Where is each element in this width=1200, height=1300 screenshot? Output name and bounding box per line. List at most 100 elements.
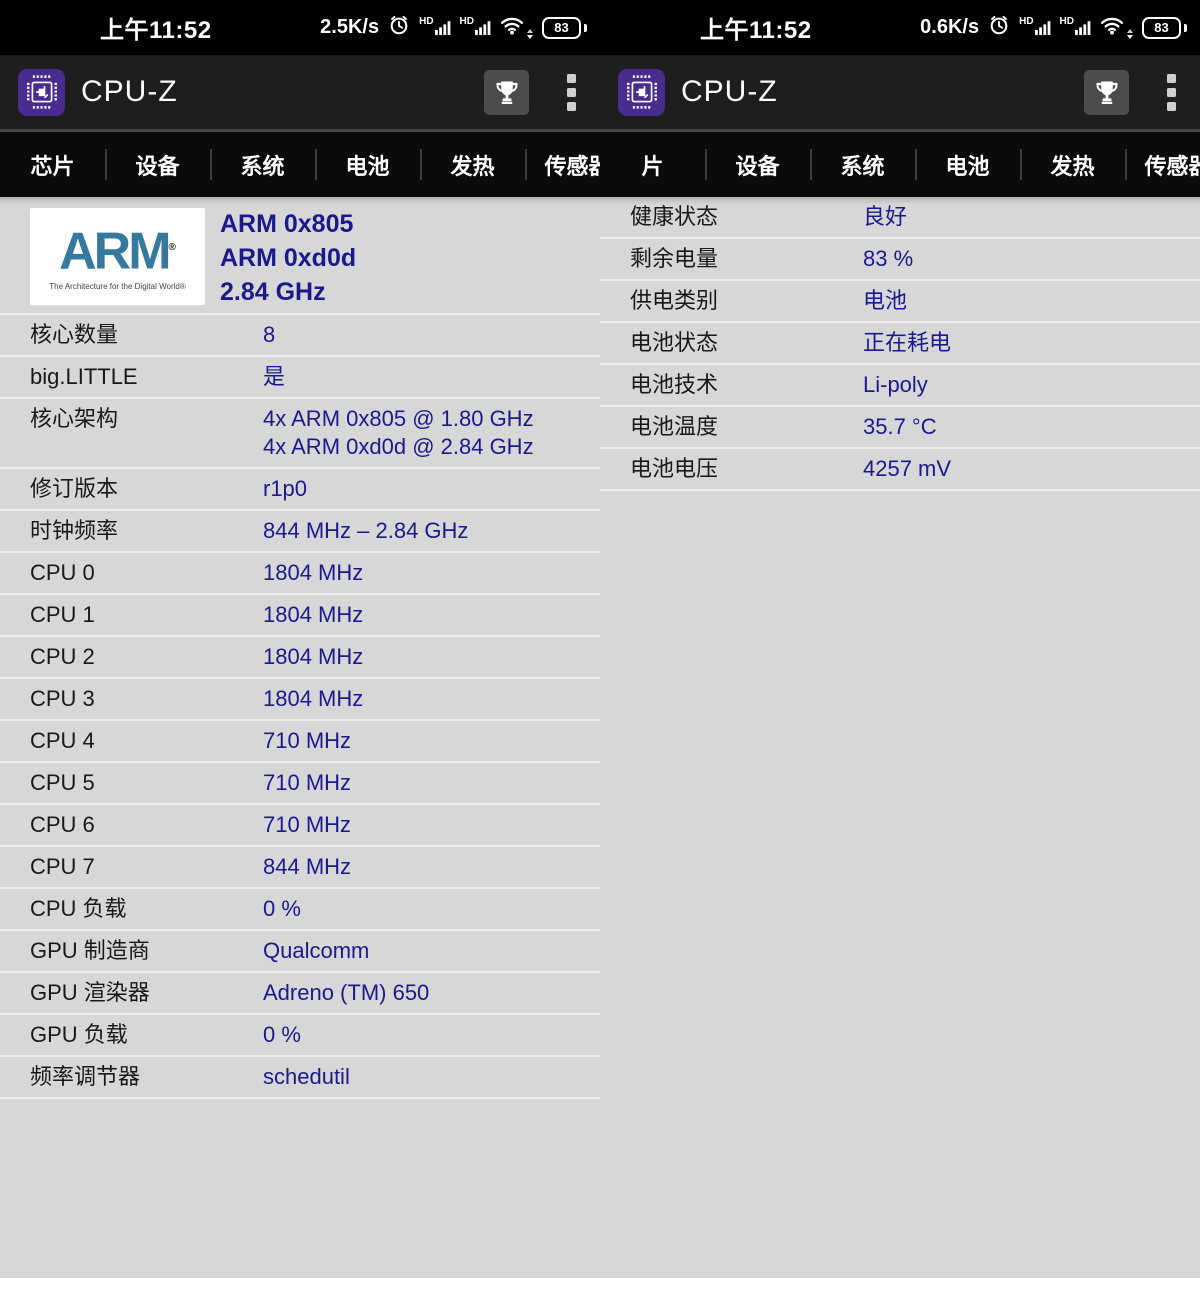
battery-percent: 83 [542, 17, 581, 39]
wifi-activity-arrows [527, 29, 533, 39]
cpu-z-app-icon [618, 69, 665, 116]
row-value: 710 MHz [263, 811, 600, 839]
battery-icon: 83 [542, 17, 581, 39]
info-row: 修订版本 r1p0 [0, 469, 600, 511]
app-title: CPU-Z [81, 75, 178, 109]
screenshot-pair: 上午11:52 2.5K/s HD HD 83 CPU-Z 芯片 [0, 0, 1200, 1300]
tab-label: 系统 [840, 149, 884, 181]
status-icons: 0.6K/s HD HD 83 [920, 14, 1200, 41]
row-value: 844 MHz [263, 853, 600, 881]
soc-tab-content: ARM® The Architecture for the Digital Wo… [0, 197, 600, 1278]
row-value: 0 % [263, 1021, 600, 1049]
info-row: 健康状态 良好 [600, 197, 1200, 239]
tab-item[interactable]: 发热 [1020, 132, 1125, 197]
network-speed: 2.5K/s [320, 16, 379, 39]
row-label: 频率调节器 [0, 1063, 263, 1091]
signal-bars-icon-sim1: HD [1019, 20, 1050, 35]
alarm-clock-icon [388, 14, 410, 41]
status-time: 上午11:52 [700, 10, 812, 45]
signal-bars-icon-sim1: HD [419, 20, 450, 35]
tab-item[interactable]: 系统 [810, 132, 915, 197]
info-row: CPU 负载 0 % [0, 889, 600, 931]
row-label: 电池温度 [600, 413, 863, 441]
hd-badge: HD [460, 17, 474, 27]
row-value: 1804 MHz [263, 601, 600, 629]
overflow-menu-icon[interactable] [1159, 68, 1184, 117]
wifi-activity-arrows [1127, 29, 1133, 39]
tab-item[interactable]: 系统 [210, 132, 315, 197]
info-row: GPU 渲染器 Adreno (TM) 650 [0, 973, 600, 1015]
tab-item[interactable]: 电池 [315, 132, 420, 197]
row-value: 8 [263, 321, 600, 349]
status-bar: 上午11:52 2.5K/s HD HD 83 [0, 0, 600, 55]
benchmark-trophy-button[interactable] [1084, 70, 1129, 115]
cpu-z-app-icon [18, 69, 65, 116]
row-value: schedutil [263, 1063, 600, 1091]
row-label: CPU 负载 [0, 895, 263, 923]
tab-item[interactable]: 传感器 [525, 132, 600, 197]
hd-badge: HD [1019, 17, 1033, 27]
row-value: Qualcomm [263, 937, 600, 965]
row-label: 核心数量 [0, 321, 263, 349]
info-row: CPU 2 1804 MHz [0, 637, 600, 679]
benchmark-trophy-button[interactable] [484, 70, 529, 115]
tab-item[interactable]: 电池 [915, 132, 1020, 197]
tab-label: 系统 [240, 149, 284, 181]
row-value: 1804 MHz [263, 685, 600, 713]
tab-label: 设备 [735, 149, 779, 181]
row-label: CPU 5 [0, 769, 263, 797]
tab-item[interactable]: 传感器 [1125, 132, 1200, 197]
hd-badge: HD [419, 17, 433, 27]
info-row: 时钟频率 844 MHz – 2.84 GHz [0, 511, 600, 553]
tab-label: 发热 [450, 149, 494, 181]
info-row: big.LITTLE 是 [0, 357, 600, 399]
chip-header: ARM® The Architecture for the Digital Wo… [0, 197, 600, 315]
info-row: 电池技术 Li-poly [600, 365, 1200, 407]
row-label: CPU 3 [0, 685, 263, 713]
signal-bars-icon-sim2: HD [460, 20, 491, 35]
tab-label: 设备 [135, 149, 179, 181]
row-label: 时钟频率 [0, 517, 263, 545]
info-row: CPU 3 1804 MHz [0, 679, 600, 721]
arm-logo-tagline: The Architecture for the Digital World® [49, 282, 185, 291]
info-row: 频率调节器 schedutil [0, 1057, 600, 1099]
tab-item[interactable]: 发热 [420, 132, 525, 197]
row-value: Adreno (TM) 650 [263, 979, 600, 1007]
tab-item[interactable]: 设备 [105, 132, 210, 197]
row-label: 供电类别 [600, 287, 863, 315]
battery-icon: 83 [1142, 17, 1181, 39]
status-time: 上午11:52 [100, 10, 212, 45]
alarm-clock-icon [988, 14, 1010, 41]
tab-bar: 芯片 设备 系统 电池 发热 传感器 [0, 132, 600, 197]
chip-title: ARM 0x805 ARM 0xd0d 2.84 GHz [220, 207, 356, 313]
battery-tab-content: 健康状态 良好 剩余电量 83 % 供电类别 电池 电池状态 正在耗电 [600, 197, 1200, 1278]
row-label: 剩余电量 [600, 245, 863, 273]
tab-bar: 片 设备 系统 电池 发热 传感器 [600, 132, 1200, 197]
tab-item[interactable]: 芯片 [0, 132, 105, 197]
tab-label: 传感器 [544, 149, 600, 181]
tab-item[interactable]: 片 [600, 132, 705, 197]
row-label: CPU 4 [0, 727, 263, 755]
info-row: CPU 4 710 MHz [0, 721, 600, 763]
row-label: CPU 7 [0, 853, 263, 881]
row-label: GPU 负载 [0, 1021, 263, 1049]
row-label: 核心架构 [0, 405, 263, 433]
wifi-icon [1100, 16, 1124, 40]
row-value: 1804 MHz [263, 643, 600, 671]
info-row: CPU 1 1804 MHz [0, 595, 600, 637]
row-label: 电池状态 [600, 329, 863, 357]
row-label: CPU 2 [0, 643, 263, 671]
app-title: CPU-Z [681, 75, 778, 109]
row-value: 4257 mV [863, 455, 1200, 483]
network-speed: 0.6K/s [920, 16, 979, 39]
info-row: CPU 0 1804 MHz [0, 553, 600, 595]
tab-item[interactable]: 设备 [705, 132, 810, 197]
row-value: Li-poly [863, 371, 1200, 399]
row-label: CPU 6 [0, 811, 263, 839]
tab-label: 片 [641, 149, 663, 181]
row-label: CPU 1 [0, 601, 263, 629]
row-label: 修订版本 [0, 475, 263, 503]
row-label: GPU 渲染器 [0, 979, 263, 1007]
overflow-menu-icon[interactable] [559, 68, 584, 117]
row-label: 健康状态 [600, 203, 863, 231]
